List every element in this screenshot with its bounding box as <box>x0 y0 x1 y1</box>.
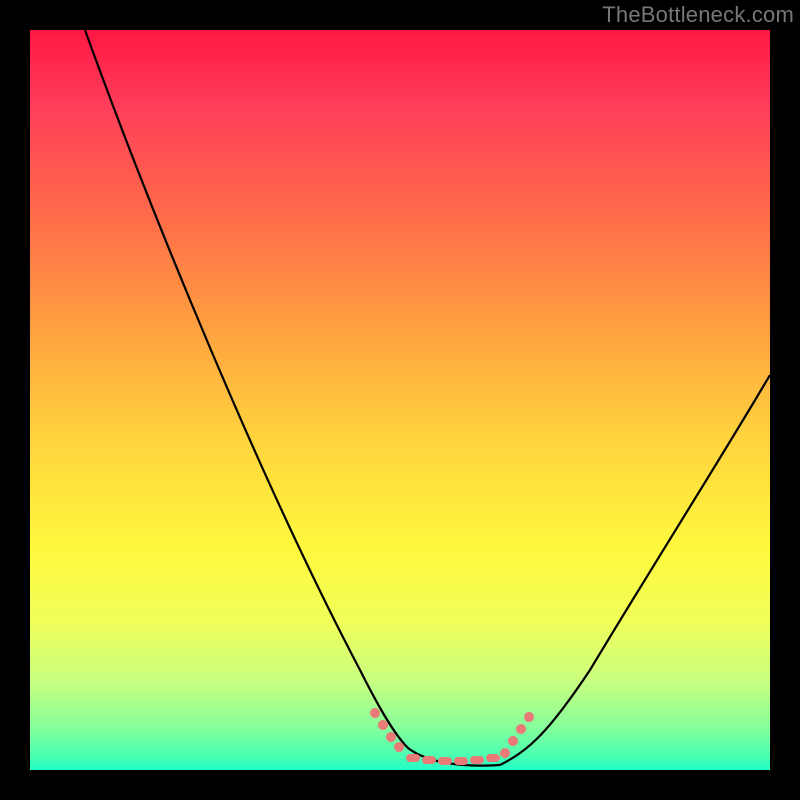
curve-left <box>85 30 408 748</box>
curve-right <box>500 375 770 765</box>
marker-right-slope <box>500 710 550 770</box>
watermark-text: TheBottleneck.com <box>602 2 794 28</box>
curve-layer <box>30 30 770 770</box>
chart-canvas: TheBottleneck.com <box>0 0 800 800</box>
plot-area <box>30 30 770 770</box>
